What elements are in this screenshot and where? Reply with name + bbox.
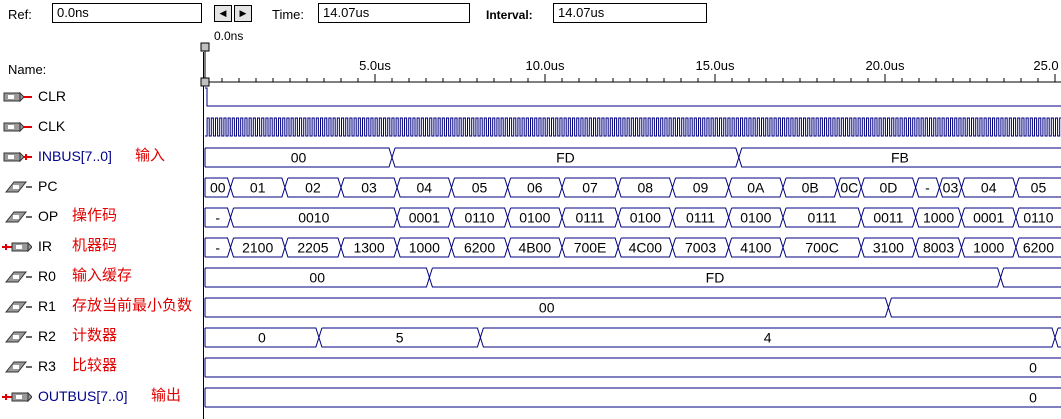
op-value-label: 0010 xyxy=(298,210,329,226)
ir-value-label: 4C00 xyxy=(629,240,663,256)
pc-value-label: 09 xyxy=(693,180,709,196)
pc-value-label: 06 xyxy=(527,180,543,196)
pc-value-label: 00 xyxy=(210,180,226,196)
inbus-value-label: 00 xyxy=(291,150,307,166)
r0-segment xyxy=(1000,267,1061,288)
op-value-label: 0001 xyxy=(409,210,440,226)
op-value-label: 0111 xyxy=(808,210,837,226)
op-value-label: - xyxy=(215,210,220,226)
r2-segment xyxy=(1054,327,1061,348)
cursor-handle-bottom xyxy=(200,77,210,87)
r1-value-label: 00 xyxy=(539,300,555,316)
op-value-label: 0100 xyxy=(630,210,661,226)
pc-value-label: 01 xyxy=(250,180,266,196)
pc-value-label: - xyxy=(925,180,930,196)
pc-value-label: 0A xyxy=(747,180,765,196)
pc-value-label: 0B xyxy=(802,180,819,196)
pc-value-label: 05 xyxy=(1031,180,1047,196)
outbus-segment xyxy=(204,387,1061,408)
inbus-value-label: FB xyxy=(891,150,909,166)
pc-value-label: 04 xyxy=(981,180,997,196)
op-value-label: 0100 xyxy=(519,210,550,226)
outbus-value-label: 0 xyxy=(1029,390,1037,406)
ir-value-label: 1000 xyxy=(973,240,1004,256)
op-value-label: 0111 xyxy=(576,210,605,226)
r1-segment xyxy=(887,297,1061,318)
pc-value-label: 02 xyxy=(305,180,321,196)
ir-value-label: 4100 xyxy=(740,240,771,256)
ir-value-label: 6200 xyxy=(464,240,495,256)
ir-value-label: 7003 xyxy=(685,240,716,256)
r2-value-label: 4 xyxy=(764,330,772,346)
clk-waveform xyxy=(205,117,1061,137)
op-value-label: 0011 xyxy=(873,210,903,226)
op-value-label: 0001 xyxy=(973,210,1004,226)
pc-value-label: 05 xyxy=(472,180,488,196)
waveform-canvas[interactable]: 00 FD FB00 01 02 03 04 05 06 07 08 09 0A 0B 0C 0D -03 04 0… xyxy=(0,0,1061,419)
ir-value-label: 6200 xyxy=(1023,240,1054,256)
pc-value-label: 0C xyxy=(840,180,858,196)
pc-value-label: 07 xyxy=(582,180,598,196)
ir-value-label: 3100 xyxy=(873,240,904,256)
r0-value-label: FD xyxy=(706,270,725,286)
pc-value-label: 04 xyxy=(417,180,433,196)
ir-value-label: 2100 xyxy=(242,240,273,256)
r0-value-label: 00 xyxy=(309,270,325,286)
ir-value-label: 4B00 xyxy=(518,240,551,256)
pc-value-label: 08 xyxy=(638,180,654,196)
r3-value-label: 0 xyxy=(1029,360,1037,376)
cursor-handle-top xyxy=(200,42,210,52)
op-value-label: 0100 xyxy=(740,210,771,226)
ir-value-label: 8003 xyxy=(923,240,954,256)
ir-value-label: 700C xyxy=(805,240,838,256)
ir-value-label: 700E xyxy=(574,240,607,256)
pc-value-label: 03 xyxy=(361,180,377,196)
op-value-label: 0110 xyxy=(1023,210,1053,226)
pc-value-label: 0D xyxy=(879,180,897,196)
ir-value-label: 1000 xyxy=(409,240,440,256)
r2-value-label: 5 xyxy=(396,330,404,346)
clr-waveform xyxy=(205,87,1061,107)
r2-value-label: 0 xyxy=(258,330,266,346)
op-value-label: 1000 xyxy=(923,210,954,226)
inbus-value-label: FD xyxy=(556,150,575,166)
r3-segment xyxy=(204,357,1061,378)
ir-value-label: 2205 xyxy=(297,240,328,256)
ir-value-label: - xyxy=(215,240,220,256)
op-value-label: 0110 xyxy=(464,210,494,226)
pc-value-label: 03 xyxy=(943,180,959,196)
op-value-label: 0111 xyxy=(686,210,715,226)
ir-value-label: 1300 xyxy=(353,240,384,256)
